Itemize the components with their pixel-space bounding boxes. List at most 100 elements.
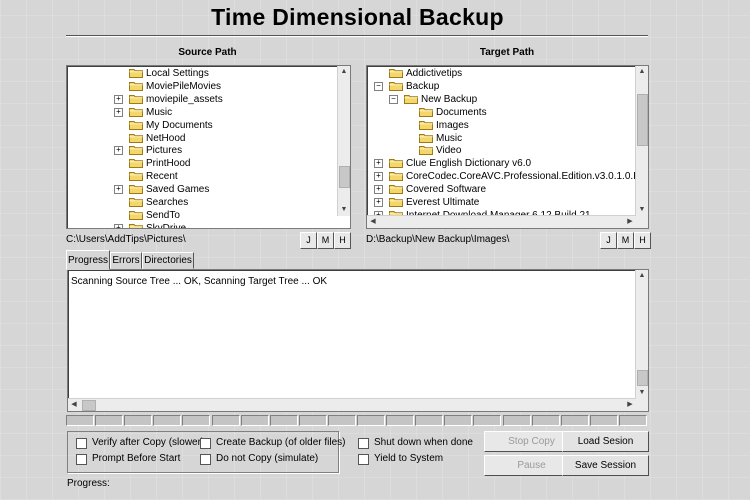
folder-icon [129,120,143,130]
log-vertical-scrollbar[interactable]: ▲ ▼ [635,270,648,399]
checkbox-box[interactable] [358,454,369,465]
scroll-up-icon[interactable]: ▲ [636,270,648,282]
checkbox-box[interactable] [76,454,87,465]
source-path-text: C:\Users\AddTips\Pictures\ [66,234,186,245]
scrollbar-thumb[interactable] [637,370,648,386]
tree-item[interactable]: Music [367,132,636,145]
tree-item[interactable]: Searches [67,196,338,209]
tab-progress[interactable]: Progress [66,250,110,270]
tree-item-label: Video [436,145,462,157]
folder-icon [129,81,143,91]
tab-directories[interactable]: Directories [142,252,194,269]
scroll-up-icon[interactable]: ▲ [338,66,350,78]
scroll-down-icon[interactable]: ▼ [636,387,648,399]
progress-segment [211,415,240,426]
target-path-header: Target Path [479,47,535,58]
checkbox-box[interactable] [200,454,211,465]
tree-item[interactable]: Video [367,144,636,157]
target-vertical-scrollbar[interactable]: ▲ ▼ [635,66,648,216]
scroll-right-icon[interactable]: ▶ [624,399,636,411]
expand-icon[interactable]: + [114,223,123,228]
progress-segment [182,415,211,426]
target-m-button[interactable]: M [617,232,634,249]
expand-icon[interactable]: + [374,185,383,195]
scroll-up-icon[interactable]: ▲ [636,66,648,78]
checkbox-box[interactable] [76,438,87,449]
expand-icon[interactable]: + [114,185,123,195]
tree-item[interactable]: + Pictures [67,144,338,157]
log-panel[interactable]: Scanning Source Tree ... OK, Scanning Ta… [67,269,649,412]
scroll-right-icon[interactable]: ▶ [624,216,636,228]
source-tree[interactable]: Local Settings MoviePileMovies + moviepile_… [66,65,351,229]
scrollbar-thumb[interactable] [339,166,350,188]
tree-item[interactable]: + moviepile_assets [67,93,338,106]
tree-item-label: NetHood [146,132,186,144]
tree-item[interactable]: NetHood [67,132,338,145]
tree-item[interactable]: + Covered Software [367,183,636,196]
expand-icon[interactable]: + [374,198,383,207]
tree-item[interactable]: + Everest Ultimate [367,196,636,209]
target-tree[interactable]: Addictivetips − Backup − New Backup Documents… [366,65,649,229]
folder-icon [419,107,433,117]
tree-item[interactable]: + CoreCodec.CoreAVC.Professional.Edition.… [367,170,636,183]
progress-segment [124,415,153,426]
checkbox-label: Shut down when done [374,437,473,448]
target-h-button[interactable]: H [634,232,651,249]
expand-icon[interactable]: + [114,94,123,104]
tree-item[interactable]: SendTo [67,209,338,222]
scroll-left-icon[interactable]: ◀ [68,399,80,411]
tree-item-label: Documents [436,106,487,118]
tree-item[interactable]: PrintHood [67,157,338,170]
checkbox-box[interactable] [358,438,369,449]
tree-item-label: Local Settings [146,68,209,79]
tree-item-label: Music [146,106,173,118]
tree-item[interactable]: + Clue English Dictionary v6.0 [367,157,636,170]
source-vertical-scrollbar[interactable]: ▲ ▼ [337,66,350,216]
save-session-button[interactable]: Save Session [562,455,649,476]
collapse-icon[interactable]: − [374,81,383,91]
scroll-down-icon[interactable]: ▼ [338,204,350,216]
tree-item[interactable]: Local Settings [67,67,338,80]
source-tree-rows: Local Settings MoviePileMovies + moviepile_… [67,66,338,228]
scroll-down-icon[interactable]: ▼ [636,204,648,216]
checkbox-label: Create Backup (of older files) [216,437,346,448]
tree-item[interactable]: + SkyDrive [67,222,338,228]
expand-icon[interactable]: + [114,146,123,156]
scroll-left-icon[interactable]: ◀ [367,216,379,228]
source-h-button[interactable]: H [334,232,351,249]
tab-errors[interactable]: Errors [110,252,142,269]
source-j-button[interactable]: J [300,232,317,249]
source-m-button[interactable]: M [317,232,334,249]
collapse-icon[interactable]: − [389,94,398,104]
tree-item[interactable]: − Backup [367,80,636,93]
tree-item[interactable]: My Documents [67,119,338,132]
tree-item[interactable]: Addictivetips [367,67,636,80]
tree-item[interactable]: + Music [67,106,338,119]
tree-item[interactable]: MoviePileMovies [67,80,338,93]
checkbox-box[interactable] [200,438,211,449]
progress-segment [269,415,298,426]
tree-item-label: PrintHood [146,158,191,170]
tree-item[interactable]: Documents [367,106,636,119]
tree-item[interactable]: − New Backup [367,93,636,106]
tree-item[interactable]: + Saved Games [67,183,338,196]
log-horizontal-scrollbar[interactable]: ◀ ▶ [68,398,636,411]
progress-segment [153,415,182,426]
scrollbar-thumb[interactable] [637,94,648,146]
target-j-button[interactable]: J [600,232,617,249]
progress-segment [589,415,618,426]
tree-item[interactable]: Images [367,119,636,132]
folder-icon [129,171,143,182]
folder-icon [389,158,403,169]
expand-icon[interactable]: + [374,172,383,182]
expand-icon[interactable]: + [114,107,123,117]
folder-icon [129,94,143,104]
scrollbar-thumb[interactable] [82,400,96,411]
folder-icon [419,120,433,130]
tree-item[interactable]: Recent [67,170,338,183]
load-session-button[interactable]: Load Sesion [562,431,649,452]
folder-icon [389,171,403,182]
expand-icon[interactable]: + [374,159,383,169]
checkbox-label: Verify after Copy (slower) [92,437,205,448]
target-horizontal-scrollbar[interactable]: ◀ ▶ [367,215,636,228]
